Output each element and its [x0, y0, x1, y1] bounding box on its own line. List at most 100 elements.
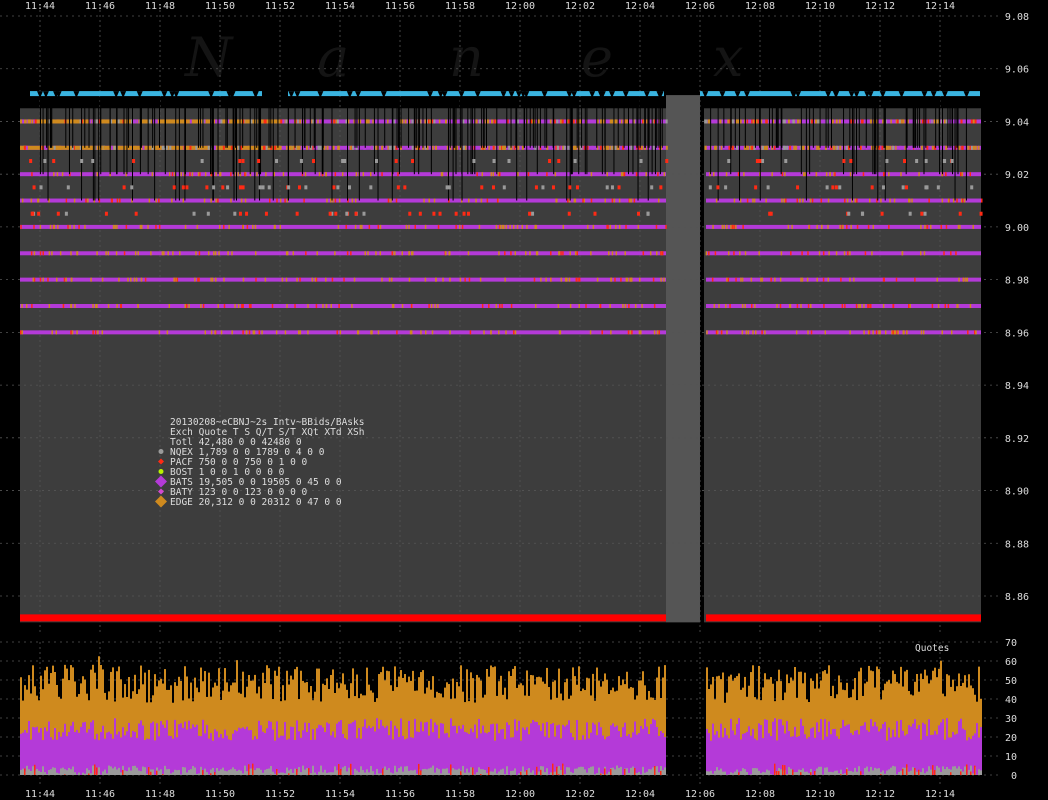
bats-quote-bar [926, 735, 928, 775]
quote-tick [838, 119, 841, 124]
quote-tick [665, 145, 668, 150]
quote-tick [394, 251, 396, 256]
quote-tick [219, 224, 221, 229]
quote-tick [779, 304, 782, 308]
pacf-quote-bar [974, 765, 976, 775]
quote-tick [222, 145, 225, 150]
quote-tick [940, 224, 943, 229]
quote-tick [920, 145, 923, 150]
bats-quote-bar [526, 727, 528, 775]
quote-tick [705, 251, 708, 256]
quote-tick [150, 251, 152, 256]
quote-tick [207, 145, 210, 150]
quote-tick [184, 224, 187, 229]
quote-tick [31, 304, 33, 308]
quote-tick [555, 198, 557, 203]
quote-tick [629, 198, 631, 203]
quote-tick [902, 119, 905, 124]
bats-quote-bar [806, 738, 808, 775]
bats-level-line [706, 330, 981, 335]
nqex-quote-bar [454, 769, 456, 775]
quote-tick [284, 330, 287, 335]
quote-tick [405, 224, 408, 229]
bats-quote-bar [772, 721, 774, 775]
bats-quote-bar [174, 719, 176, 775]
nqex-quote-bar [582, 766, 584, 775]
quote-tick [827, 198, 830, 203]
quote-tick [752, 198, 754, 203]
quote-tick [862, 172, 865, 177]
bats-quote-bar [714, 734, 716, 775]
quote-tick [505, 330, 507, 335]
quote-tick [254, 251, 257, 256]
quote-tick [926, 224, 929, 229]
nqex-quote-bar [364, 772, 366, 775]
quote-tick [375, 145, 377, 150]
quote-tick [161, 251, 164, 256]
quote-tick [299, 330, 302, 335]
bats-quote-bar [644, 718, 646, 775]
bats-quote-bar [496, 723, 498, 775]
nqex-quote-bar [194, 767, 196, 775]
quote-tick [614, 145, 617, 150]
quote-tick [230, 145, 233, 150]
quote-tick [408, 211, 412, 216]
quote-tick [401, 251, 404, 256]
quote-tick [655, 224, 658, 229]
quotes-tick-label: 0 [1011, 771, 1017, 782]
nqex-quote-bar [462, 765, 464, 775]
quote-tick [854, 198, 856, 203]
quote-tick [943, 251, 945, 256]
quote-tick [739, 251, 741, 256]
quote-tick [639, 159, 643, 163]
nqex-quote-bar [320, 765, 322, 775]
quote-tick [765, 119, 768, 124]
quote-tick [78, 224, 80, 229]
quote-tick [501, 145, 504, 150]
bats-quote-bar [184, 721, 186, 775]
quote-tick [51, 330, 53, 335]
quote-tick [609, 145, 612, 150]
nqex-quote-bar [74, 772, 76, 775]
quote-tick [77, 119, 80, 124]
quote-tick [713, 172, 715, 177]
quote-tick [53, 145, 56, 150]
quote-tick [646, 211, 650, 216]
nqex-quote-bar [396, 771, 398, 775]
quote-tick [455, 224, 457, 229]
nqex-quote-bar [212, 767, 214, 775]
quote-tick [104, 211, 108, 216]
quote-tick [275, 330, 278, 335]
nqex-quote-bar [560, 770, 562, 775]
quote-tick [502, 185, 506, 190]
nqex-quote-bar [116, 769, 118, 775]
quote-tick [624, 304, 627, 308]
pacf-quote-bar [840, 774, 842, 775]
quote-tick [781, 172, 784, 177]
quote-tick [828, 251, 830, 256]
quote-tick [96, 304, 98, 308]
nqex-quote-bar [464, 772, 466, 775]
quote-tick [23, 145, 26, 150]
nqex-quote-bar [882, 770, 884, 775]
bats-quote-bar [478, 718, 480, 775]
nqex-quote-bar [930, 769, 932, 775]
bats-quote-bar [480, 733, 482, 775]
bats-quote-bar [554, 736, 556, 775]
nqex-quote-bar [222, 767, 224, 775]
x-tick-label-bottom: 12:06 [685, 789, 715, 800]
nqex-quote-bar [300, 772, 302, 775]
quote-tick [148, 198, 151, 203]
nqex-quote-bar [832, 772, 834, 775]
quote-tick [130, 185, 134, 190]
quote-tick [507, 159, 511, 163]
quote-tick [314, 277, 317, 282]
quote-tick [931, 145, 934, 150]
quote-tick [933, 119, 936, 124]
bats-quote-bar [120, 737, 122, 775]
bats-quote-bar [972, 735, 974, 775]
nqex-quote-bar [446, 768, 448, 775]
quote-tick [414, 224, 416, 229]
nqex-quote-bar [390, 772, 392, 775]
quote-tick [116, 198, 119, 203]
